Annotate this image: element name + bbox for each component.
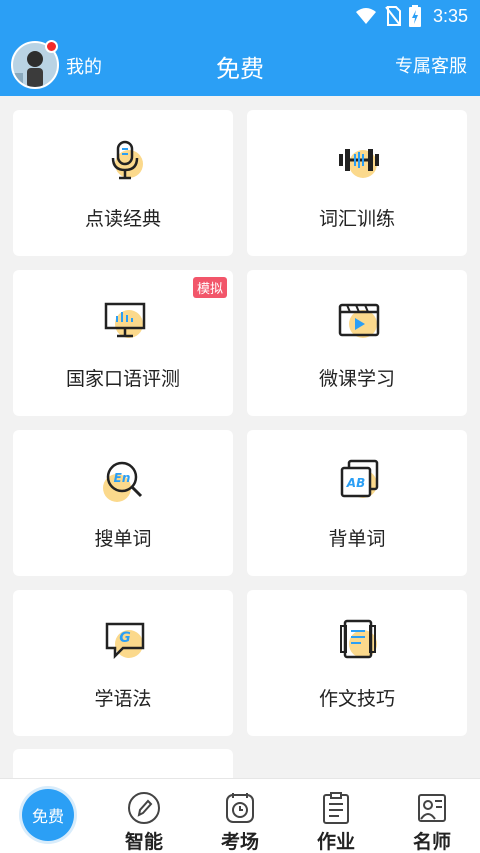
feature-card-memorize-words[interactable]: AB 背单词 — [247, 430, 467, 576]
tab-label: 考场 — [220, 831, 259, 853]
feature-label: 背单词 — [328, 528, 386, 550]
dumbbell-icon — [335, 136, 383, 184]
microphone-icon — [101, 136, 149, 184]
svg-text:En: En — [114, 471, 131, 485]
free-circle-icon: 免费 — [22, 789, 74, 841]
feature-card-grammar[interactable]: G 学语法 — [13, 590, 233, 736]
presentation-board-icon — [101, 296, 149, 344]
no-sim-icon — [385, 6, 401, 26]
feature-card-vocab-training[interactable]: 词汇训练 — [247, 110, 467, 256]
status-time: 3:35 — [432, 5, 468, 26]
battery-charging-icon — [408, 5, 421, 27]
feature-label: 国家口语评测 — [65, 368, 180, 390]
svg-text:G: G — [119, 630, 131, 646]
status-bar: 3:35 — [0, 0, 480, 34]
wifi-icon — [355, 8, 376, 24]
tab-label: 智能 — [124, 831, 163, 853]
clock-icon — [226, 793, 254, 823]
feature-label: 作文技巧 — [318, 688, 395, 710]
ab-cards-icon: AB — [335, 456, 383, 504]
tab-label: 名师 — [412, 831, 451, 853]
bottom-tab-bar: 免费 智能 考场 作业 名师 — [0, 778, 480, 853]
customer-service-link[interactable]: 专属客服 — [395, 52, 467, 78]
pen-circle-icon — [128, 792, 160, 824]
feature-card-national-oral-test[interactable]: 模拟 国家口语评测 — [13, 270, 233, 416]
feature-card-writing-skills[interactable]: 作文技巧 — [247, 590, 467, 736]
feature-label: 词汇训练 — [318, 208, 395, 230]
feature-card-partial[interactable] — [13, 749, 233, 779]
tab-exam-room[interactable]: 考场 — [192, 779, 288, 853]
tab-smart[interactable]: 智能 — [96, 779, 192, 853]
feature-card-read-classics[interactable]: 点读经典 — [13, 110, 233, 256]
grammar-g-icon: G — [101, 616, 149, 664]
clipboard-icon — [323, 792, 349, 824]
tab-teacher[interactable]: 名师 — [384, 779, 480, 853]
feature-label: 搜单词 — [94, 528, 152, 550]
mock-badge: 模拟 — [192, 277, 227, 298]
feature-label: 学语法 — [94, 688, 152, 710]
search-en-icon: En — [101, 456, 149, 504]
video-play-icon — [335, 296, 383, 344]
svg-text:AB: AB — [346, 476, 365, 490]
tab-homework[interactable]: 作业 — [288, 779, 384, 853]
tab-free[interactable]: 免费 — [0, 779, 96, 853]
document-icon — [335, 616, 383, 664]
status-icons: 3:35 — [355, 5, 468, 27]
feature-label: 微课学习 — [318, 368, 395, 390]
teacher-icon — [418, 794, 446, 822]
tab-label: 免费 — [31, 807, 64, 826]
tab-label: 作业 — [316, 831, 355, 853]
feature-card-micro-course[interactable]: 微课学习 — [247, 270, 467, 416]
feature-card-search-word[interactable]: En 搜单词 — [13, 430, 233, 576]
header: 我的 免费 专属客服 — [0, 34, 480, 96]
feature-label: 点读经典 — [84, 208, 161, 230]
